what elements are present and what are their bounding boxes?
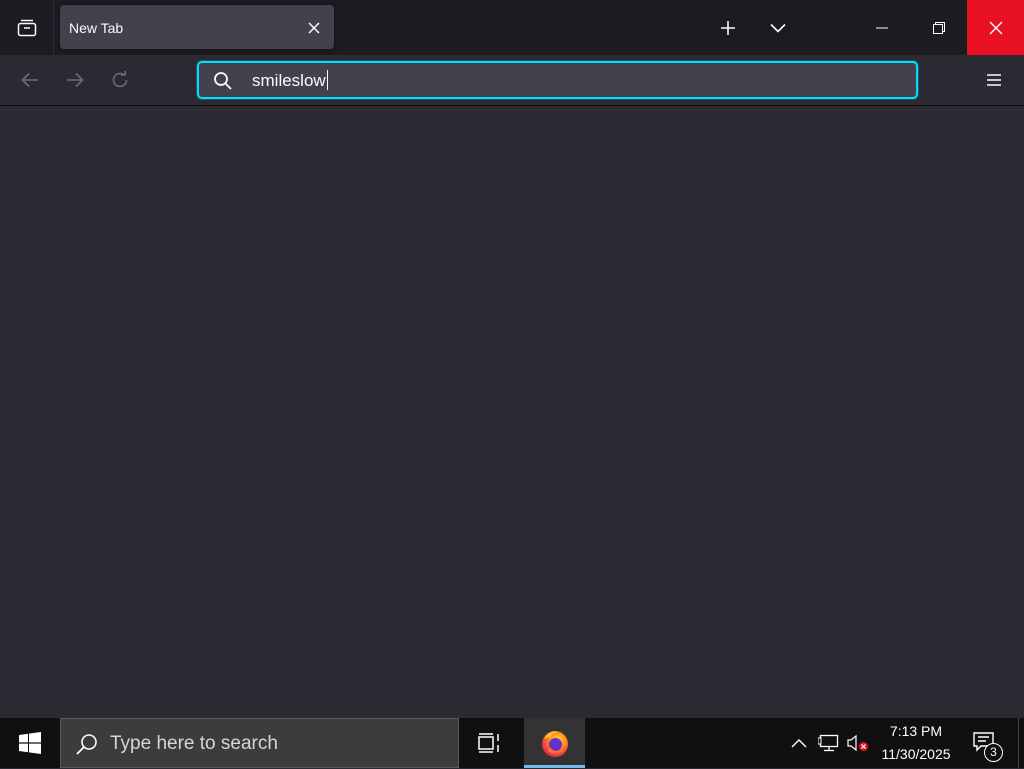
clock-time: 7:13 PM — [889, 723, 943, 739]
start-button[interactable] — [0, 718, 60, 768]
address-bar[interactable]: smileslow — [197, 61, 918, 99]
back-button[interactable] — [14, 64, 46, 96]
minimize-icon — [875, 27, 888, 28]
action-center-button[interactable]: 3 — [966, 726, 1006, 762]
tab-strip: New Tab — [0, 0, 1024, 55]
close-icon — [989, 21, 1002, 34]
list-all-tabs-icon — [17, 19, 36, 36]
taskbar: Type here to search 7:13 PM 11/30/2025 3 — [0, 718, 1024, 768]
minimize-button[interactable] — [853, 0, 910, 55]
system-clock[interactable]: 7:13 PM 11/30/2025 — [874, 718, 958, 768]
new-tab-button[interactable] — [704, 0, 752, 55]
show-hidden-icons-button[interactable] — [786, 730, 812, 756]
address-input-value: smileslow — [252, 71, 326, 90]
text-caret — [326, 70, 328, 90]
tab-title: New Tab — [69, 20, 124, 36]
open-menu-button[interactable] — [978, 64, 1010, 96]
reload-icon — [112, 71, 128, 88]
arrow-left-icon — [21, 72, 38, 88]
search-icon — [214, 72, 232, 90]
network-icon — [818, 734, 839, 752]
show-desktop-button[interactable] — [1018, 718, 1024, 768]
volume-muted-icon — [847, 734, 868, 752]
reload-button[interactable] — [104, 64, 136, 96]
search-icon — [76, 734, 97, 755]
chevron-up-icon — [791, 739, 807, 748]
clock-date: 11/30/2025 — [881, 746, 951, 762]
close-window-button[interactable] — [967, 0, 1024, 55]
close-icon — [308, 22, 320, 34]
taskbar-search-box[interactable]: Type here to search — [60, 718, 459, 768]
page-content — [0, 106, 1024, 718]
restore-icon — [932, 21, 945, 34]
tab-close-button[interactable] — [303, 17, 325, 39]
address-input[interactable]: smileslow — [252, 63, 328, 97]
notification-count-badge: 3 — [984, 743, 1003, 762]
restore-button[interactable] — [910, 0, 967, 55]
volume-button[interactable] — [845, 730, 871, 756]
chevron-down-icon — [770, 23, 786, 33]
tab-new-tab[interactable]: New Tab — [60, 5, 334, 49]
navigation-toolbar: smileslow — [0, 55, 1024, 106]
forward-button[interactable] — [59, 64, 91, 96]
firefox-icon — [541, 731, 568, 757]
task-view-button[interactable] — [466, 718, 514, 768]
taskbar-search-placeholder: Type here to search — [110, 733, 278, 754]
plus-icon — [721, 20, 735, 35]
windows-logo-icon — [19, 732, 41, 754]
tab-list-button[interactable] — [754, 0, 802, 55]
hamburger-menu-icon — [987, 74, 1001, 86]
taskbar-firefox-button[interactable] — [524, 718, 585, 768]
list-all-tabs-button[interactable] — [0, 0, 54, 55]
arrow-right-icon — [67, 72, 84, 88]
task-view-icon — [478, 733, 499, 753]
network-button[interactable] — [816, 730, 842, 756]
